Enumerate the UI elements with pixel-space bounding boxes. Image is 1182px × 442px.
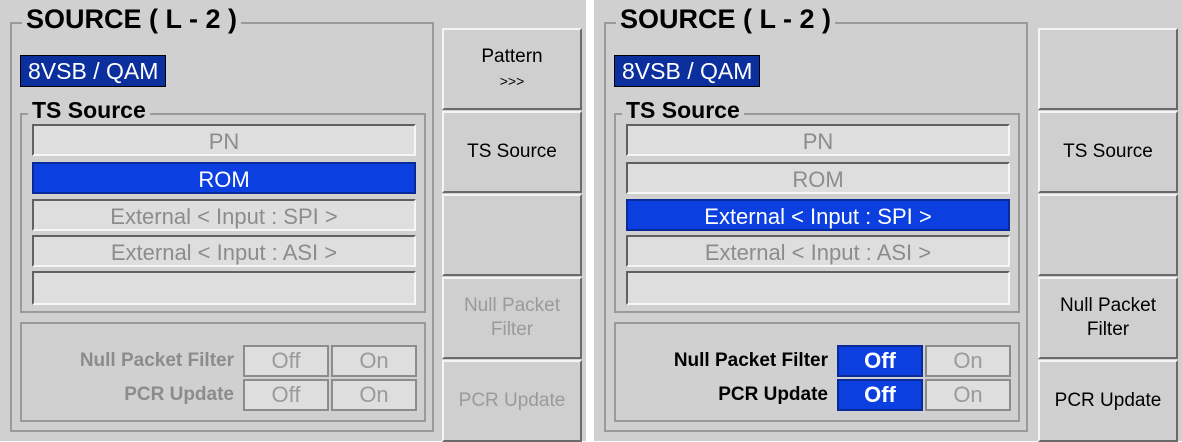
softkey-ts-source-label: TS Source [1063,141,1153,162]
source-title: SOURCE ( L - 2 ) [22,4,242,34]
softkey-pcr-update-label: PCR Update [1054,390,1162,411]
null-packet-filter-on[interactable]: On [925,345,1011,377]
softkey-pattern-label: Pattern [481,46,543,67]
softkey-null-packet-label-1: Null Packet [1059,295,1157,316]
softkey-pcr-update-label: PCR Update [458,390,566,411]
mode-label: 8VSB / QAM [20,55,167,87]
source-panel-right: SOURCE ( L - 2 ) 8VSB / QAM TS Source PN… [594,0,1182,442]
ts-item-rom[interactable]: ROM [32,162,416,194]
pcr-update-label: PCR Update [718,384,828,405]
mode-label: 8VSB / QAM [614,55,761,87]
softkey-column: TS Source Null Packet Filter PCR Update [1038,28,1178,442]
null-packet-filter-label: Null Packet Filter [673,350,828,371]
source-panel-left: SOURCE ( L - 2 ) 8VSB / QAM TS Source PN… [0,0,586,442]
softkey-blank[interactable] [1038,194,1178,276]
softkey-blank-top[interactable] [1038,28,1178,110]
null-packet-filter-off[interactable]: Off [837,345,923,377]
softkey-ts-source[interactable]: TS Source [1038,111,1178,193]
ts-item-external-spi[interactable]: External < Input : SPI > [32,199,416,231]
pcr-update-on[interactable]: On [331,379,417,411]
ts-item-external-asi[interactable]: External < Input : ASI > [626,235,1010,267]
ts-source-title: TS Source [28,97,150,123]
pcr-update-on[interactable]: On [925,379,1011,411]
softkey-null-packet-label-2: Filter [1086,319,1130,340]
ts-source-title: TS Source [622,97,744,123]
softkey-pattern-arrows: >>> [499,73,525,89]
ts-item-empty[interactable] [626,271,1010,305]
softkey-null-packet-label-2: Filter [490,319,534,340]
softkey-pcr-update[interactable]: PCR Update [442,360,582,442]
softkey-pcr-update[interactable]: PCR Update [1038,360,1178,442]
softkey-column: Pattern >>> TS Source Null Packet Filter P… [442,28,582,442]
softkey-ts-source-label: TS Source [467,141,557,162]
softkey-ts-source[interactable]: TS Source [442,111,582,193]
softkey-pattern[interactable]: Pattern >>> [442,28,582,110]
null-packet-filter-on[interactable]: On [331,345,417,377]
softkey-null-packet-label-1: Null Packet [463,295,561,316]
ts-item-rom[interactable]: ROM [626,162,1010,194]
ts-item-pn[interactable]: PN [32,124,416,156]
softkey-blank[interactable] [442,194,582,276]
pcr-update-off[interactable]: Off [837,379,923,411]
softkey-null-packet-filter[interactable]: Null Packet Filter [442,277,582,359]
null-packet-filter-label: Null Packet Filter [79,350,234,371]
source-title: SOURCE ( L - 2 ) [616,4,836,34]
ts-item-external-spi[interactable]: External < Input : SPI > [626,199,1010,231]
softkey-null-packet-filter[interactable]: Null Packet Filter [1038,277,1178,359]
ts-item-external-asi[interactable]: External < Input : ASI > [32,235,416,267]
ts-item-empty[interactable] [32,271,416,305]
pcr-update-label: PCR Update [124,384,234,405]
null-packet-filter-off[interactable]: Off [243,345,329,377]
ts-item-pn[interactable]: PN [626,124,1010,156]
pcr-update-off[interactable]: Off [243,379,329,411]
